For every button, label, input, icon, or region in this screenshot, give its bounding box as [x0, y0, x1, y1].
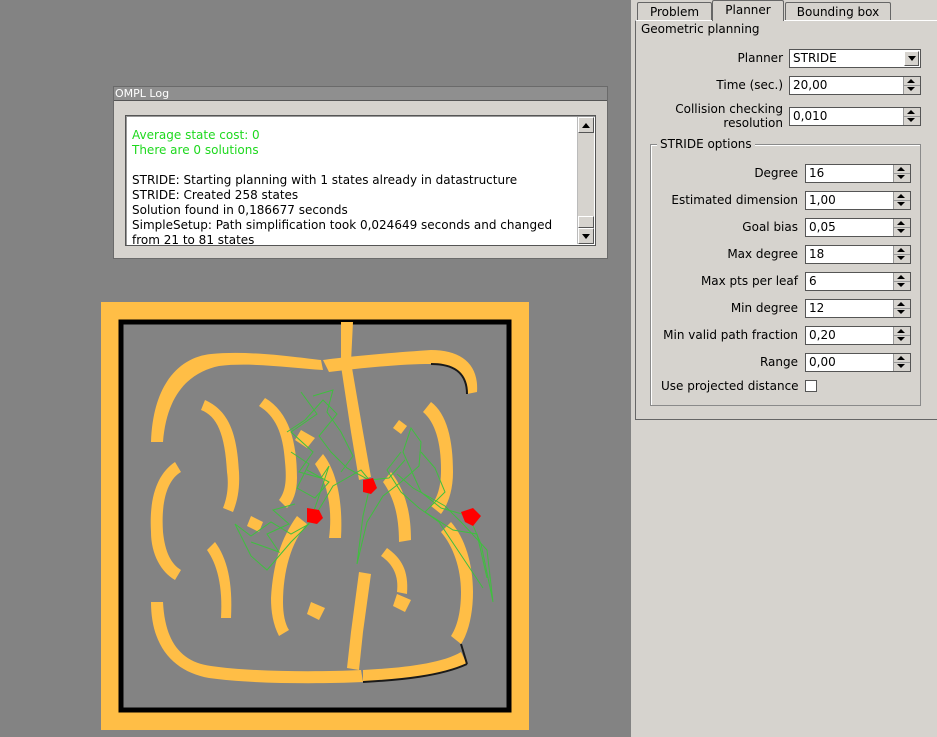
- option-label: Range: [759, 355, 798, 369]
- step-up-icon: [897, 302, 905, 306]
- step-up-icon: [897, 248, 905, 252]
- collision-stepper[interactable]: [903, 108, 920, 125]
- tab-bounding-box[interactable]: Bounding box: [785, 2, 891, 21]
- scroll-down-button[interactable]: [578, 228, 594, 244]
- step-up-icon: [897, 329, 905, 333]
- time-spinbox[interactable]: 20,00: [789, 76, 921, 95]
- collision-label: Collision checking resolution: [675, 102, 783, 130]
- option-stepper[interactable]: [893, 165, 910, 182]
- option-value: 0,05: [809, 220, 836, 234]
- option-label: Min valid path fraction: [663, 328, 798, 342]
- step-down-icon: [897, 256, 905, 260]
- option-spinbox[interactable]: 0,05: [805, 218, 911, 237]
- option-stepper[interactable]: [893, 273, 910, 290]
- step-down-icon: [907, 118, 915, 122]
- option-value: 12: [809, 301, 825, 315]
- option-spinbox[interactable]: 12: [805, 299, 911, 318]
- planner-select[interactable]: STRIDE: [789, 49, 921, 68]
- option-stepper[interactable]: [893, 192, 910, 209]
- step-down-icon: [897, 337, 905, 341]
- log-text: Average state cost: 0 There are 0 solutio…: [132, 122, 575, 248]
- stride-options-title: STRIDE options: [657, 137, 755, 151]
- time-value: 20,00: [793, 78, 828, 92]
- option-stepper[interactable]: [893, 219, 910, 236]
- option-value: 0,00: [809, 355, 836, 369]
- option-spinbox[interactable]: 0,00: [805, 353, 911, 372]
- option-label: Goal bias: [742, 220, 798, 234]
- option-spinbox[interactable]: 6: [805, 272, 911, 291]
- log-line: SimpleSetup: Path simplification took 0,…: [132, 218, 556, 247]
- step-down-icon: [897, 229, 905, 233]
- option-stepper[interactable]: [893, 354, 910, 371]
- scroll-thumb[interactable]: [578, 216, 594, 228]
- option-stepper[interactable]: [893, 327, 910, 344]
- planner-side-panel: Problem Planner Bounding box Geometric p…: [631, 0, 937, 737]
- log-line: STRIDE: Created 258 states: [132, 188, 299, 202]
- option-value: 1,00: [809, 193, 836, 207]
- option-spinbox[interactable]: 0,20: [805, 326, 911, 345]
- scroll-up-button[interactable]: [578, 117, 594, 133]
- step-down-icon: [897, 175, 905, 179]
- log-text-area[interactable]: Average state cost: 0 There are 0 solutio…: [125, 115, 596, 248]
- log-line: Solution found in 0,186677 seconds: [132, 203, 348, 217]
- dropdown-button[interactable]: [904, 51, 919, 66]
- step-down-icon: [897, 310, 905, 314]
- tab-planner[interactable]: Planner: [712, 0, 784, 21]
- planner-select-value: STRIDE: [793, 51, 837, 65]
- step-up-icon: [907, 79, 915, 83]
- log-line: Average state cost: 0: [132, 128, 260, 142]
- option-label: Estimated dimension: [671, 193, 798, 207]
- time-label: Time (sec.): [716, 78, 783, 92]
- option-stepper[interactable]: [893, 300, 910, 317]
- step-up-icon: [897, 221, 905, 225]
- arrow-down-icon: [582, 233, 590, 239]
- step-down-icon: [897, 202, 905, 206]
- collision-spinbox[interactable]: 0,010: [789, 107, 921, 126]
- step-up-icon: [897, 275, 905, 279]
- collision-value: 0,010: [793, 109, 828, 123]
- option-stepper[interactable]: [893, 246, 910, 263]
- projected-distance-checkbox[interactable]: [805, 380, 817, 392]
- log-line: STRIDE: Starting planning with 1 states …: [132, 173, 518, 187]
- option-value: 0,20: [809, 328, 836, 342]
- planner-label: Planner: [737, 51, 783, 65]
- option-value: 18: [809, 247, 825, 261]
- option-spinbox[interactable]: 1,00: [805, 191, 911, 210]
- option-spinbox[interactable]: 16: [805, 164, 911, 183]
- tab-problem[interactable]: Problem: [637, 2, 712, 21]
- arrow-up-icon: [582, 122, 590, 128]
- maze-canvas[interactable]: [101, 302, 529, 730]
- projected-distance-label: Use projected distance: [661, 379, 799, 393]
- time-stepper[interactable]: [903, 77, 920, 94]
- chevron-down-icon: [907, 56, 916, 61]
- log-scrollbar[interactable]: [577, 117, 594, 244]
- option-label: Max degree: [727, 247, 798, 261]
- geometric-planning-title: Geometric planning: [641, 22, 760, 36]
- step-up-icon: [907, 110, 915, 114]
- option-value: 6: [809, 274, 817, 288]
- option-value: 16: [809, 166, 825, 180]
- step-down-icon: [897, 283, 905, 287]
- log-line: There are 0 solutions: [132, 143, 259, 157]
- option-label: Max pts per leaf: [700, 274, 798, 288]
- step-up-icon: [897, 194, 905, 198]
- log-window-title: OMPL Log: [114, 87, 607, 101]
- option-spinbox[interactable]: 18: [805, 245, 911, 264]
- step-up-icon: [897, 167, 905, 171]
- ompl-log-window: OMPL Log Average state cost: 0 There are …: [113, 86, 608, 259]
- step-down-icon: [907, 87, 915, 91]
- step-up-icon: [897, 356, 905, 360]
- option-label: Min degree: [730, 301, 798, 315]
- option-label: Degree: [754, 166, 798, 180]
- step-down-icon: [897, 364, 905, 368]
